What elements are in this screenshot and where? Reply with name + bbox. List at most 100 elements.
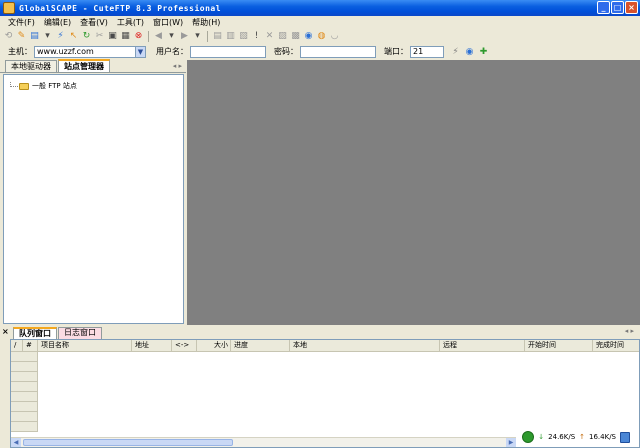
menu-view[interactable]: 查看(V) [80, 17, 108, 28]
disconnect-icon[interactable]: ⚡ [55, 31, 66, 42]
minimize-button[interactable]: _ [597, 1, 610, 14]
connect-icon[interactable]: ⟲ [3, 31, 14, 42]
reconnect-icon[interactable]: ↻ [81, 31, 92, 42]
help-icon[interactable]: ◍ [316, 31, 327, 42]
toolbar: ⟲ ✎ ▤ ▾ ⚡ ↖ ↻ ✂ ▣ ▦ ⊗ ◀ ▾ ▶ ▾ ▤ ▥ ▧ ! ✕ … [0, 29, 640, 44]
row-header [11, 352, 38, 362]
dropdown-arrow-icon[interactable]: ▾ [192, 31, 203, 42]
mark-icon[interactable]: ▣ [107, 31, 118, 42]
window-title: GlobalSCAPE - CuteFTP 8.3 Professional [19, 3, 222, 13]
close-button[interactable]: × [625, 1, 638, 14]
password-label: 密码： [274, 47, 298, 56]
edit-icon[interactable]: ▨ [277, 31, 288, 42]
row-header [11, 402, 38, 412]
download-arrow-icon: ↓ [538, 433, 545, 441]
col-local[interactable]: 本地 [290, 340, 440, 351]
delete-icon[interactable]: ✕ [264, 31, 275, 42]
view-icon[interactable]: ▩ [290, 31, 301, 42]
folder-icon [19, 82, 29, 90]
row-header [11, 372, 38, 382]
row-header-column [11, 352, 38, 432]
tab-queue-window[interactable]: 队列窗口 [13, 327, 57, 339]
col-remote[interactable]: 远程 [440, 340, 525, 351]
col-direction[interactable]: <-> [172, 340, 197, 351]
password-input[interactable] [300, 45, 376, 58]
row-header [11, 362, 38, 372]
scrollbar-thumb[interactable] [23, 439, 233, 446]
bottom-panel: × 队列窗口 日志窗口 ◂ ▸ / # 项目名称 地址 <-> 大小 进度 本地… [0, 325, 640, 448]
toolbar-separator [207, 31, 208, 42]
port-input[interactable]: 21 [410, 45, 444, 58]
row-header [11, 382, 38, 392]
col-progress[interactable]: 进度 [231, 340, 290, 351]
tree-item-label: 一般 FTP 站点 [32, 82, 77, 90]
upload-icon[interactable]: ▤ [212, 31, 223, 42]
host-dropdown-icon[interactable]: ▼ [135, 45, 146, 58]
menu-edit[interactable]: 编辑(E) [44, 17, 71, 28]
dropdown-arrow-icon[interactable]: ▾ [42, 31, 53, 42]
connect-icon[interactable]: ⚡ [450, 46, 461, 57]
close-icon[interactable]: ◡ [329, 31, 340, 42]
col-item-name[interactable]: 项目名称 [38, 340, 132, 351]
tree-connector [10, 81, 18, 87]
scroll-left-icon[interactable]: ◀ [11, 438, 21, 447]
dropdown-arrow-icon[interactable]: ▾ [166, 31, 177, 42]
col-address[interactable]: 地址 [132, 340, 172, 351]
new-icon[interactable]: ▤ [29, 31, 40, 42]
menu-tools[interactable]: 工具(T) [117, 17, 144, 28]
tab-scroll-arrows-icon[interactable]: ◂ ▸ [173, 60, 182, 72]
select-icon[interactable]: ↖ [68, 31, 79, 42]
copy-icon[interactable]: ▧ [238, 31, 249, 42]
scroll-right-icon[interactable]: ▶ [506, 438, 516, 447]
tree-item-general-ftp-sites[interactable]: 一般 FTP 站点 [10, 81, 183, 91]
col-status[interactable]: / [11, 340, 23, 351]
host-label: 主机： [8, 47, 32, 56]
row-header [11, 412, 38, 422]
tab-site-manager[interactable]: 站点管理器 [58, 59, 110, 72]
quick-connect-bar: 主机： www.uzzf.com ▼ 用户名： 密码： 端口： 21 ⚡ ◉ ✚ [0, 44, 640, 59]
col-number[interactable]: # [23, 340, 38, 351]
maximize-button[interactable]: □ [611, 1, 624, 14]
upload-arrow-icon: ↑ [579, 433, 586, 441]
connect-options-icon[interactable]: ◉ [464, 46, 475, 57]
site-tree[interactable]: 一般 FTP 站点 [3, 74, 184, 324]
left-tab-row: 本地驱动器 站点管理器 ◂ ▸ [0, 59, 186, 73]
cancel-icon[interactable]: ⊗ [133, 31, 144, 42]
app-icon [3, 2, 15, 14]
add-site-icon[interactable]: ✚ [478, 46, 489, 57]
queue-table-header: / # 项目名称 地址 <-> 大小 进度 本地 远程 开始时间 完成时间 [11, 340, 639, 352]
bottom-tab-row: 队列窗口 日志窗口 [13, 327, 103, 339]
forward-icon[interactable]: ▶ [179, 31, 190, 42]
download-icon[interactable]: ▥ [225, 31, 236, 42]
col-size[interactable]: 大小 [197, 340, 231, 351]
tab-log-window[interactable]: 日志窗口 [58, 327, 102, 339]
port-label: 端口： [384, 47, 408, 56]
stop-transfer-icon[interactable]: ✂ [94, 31, 105, 42]
menu-window[interactable]: 窗口(W) [153, 17, 183, 28]
host-input[interactable]: www.uzzf.com [34, 45, 136, 58]
speed-limit-icon[interactable] [522, 431, 535, 443]
wizard-icon[interactable]: ✎ [16, 31, 27, 42]
toolbar-separator [148, 31, 149, 42]
title-bar: GlobalSCAPE - CuteFTP 8.3 Professional _… [0, 0, 640, 16]
username-label: 用户名： [156, 47, 188, 56]
properties-icon[interactable]: ◉ [303, 31, 314, 42]
menu-help[interactable]: 帮助(H) [192, 17, 220, 28]
transfer-speed-indicator: ↓ 24.6K/S ↑ 16.4K/S [522, 430, 630, 444]
username-input[interactable] [190, 45, 266, 58]
remote-workspace [187, 60, 640, 325]
notes-icon[interactable] [620, 431, 630, 443]
exclamation-icon[interactable]: ! [251, 31, 262, 42]
menu-file[interactable]: 文件(F) [8, 17, 35, 28]
back-icon[interactable]: ◀ [153, 31, 164, 42]
row-header [11, 392, 38, 402]
col-finish-time[interactable]: 完成时间 [593, 340, 639, 351]
upload-speed: 16.4K/S [589, 433, 616, 441]
horizontal-scrollbar[interactable]: ◀ ▶ [11, 437, 516, 447]
site-manager-icon[interactable]: ▦ [120, 31, 131, 42]
col-start-time[interactable]: 开始时间 [525, 340, 593, 351]
download-speed: 24.6K/S [548, 433, 576, 441]
bottom-tab-scroll-icon[interactable]: ◂ ▸ [625, 327, 634, 335]
close-panel-icon[interactable]: × [2, 327, 9, 336]
tab-local-drives[interactable]: 本地驱动器 [5, 60, 57, 72]
